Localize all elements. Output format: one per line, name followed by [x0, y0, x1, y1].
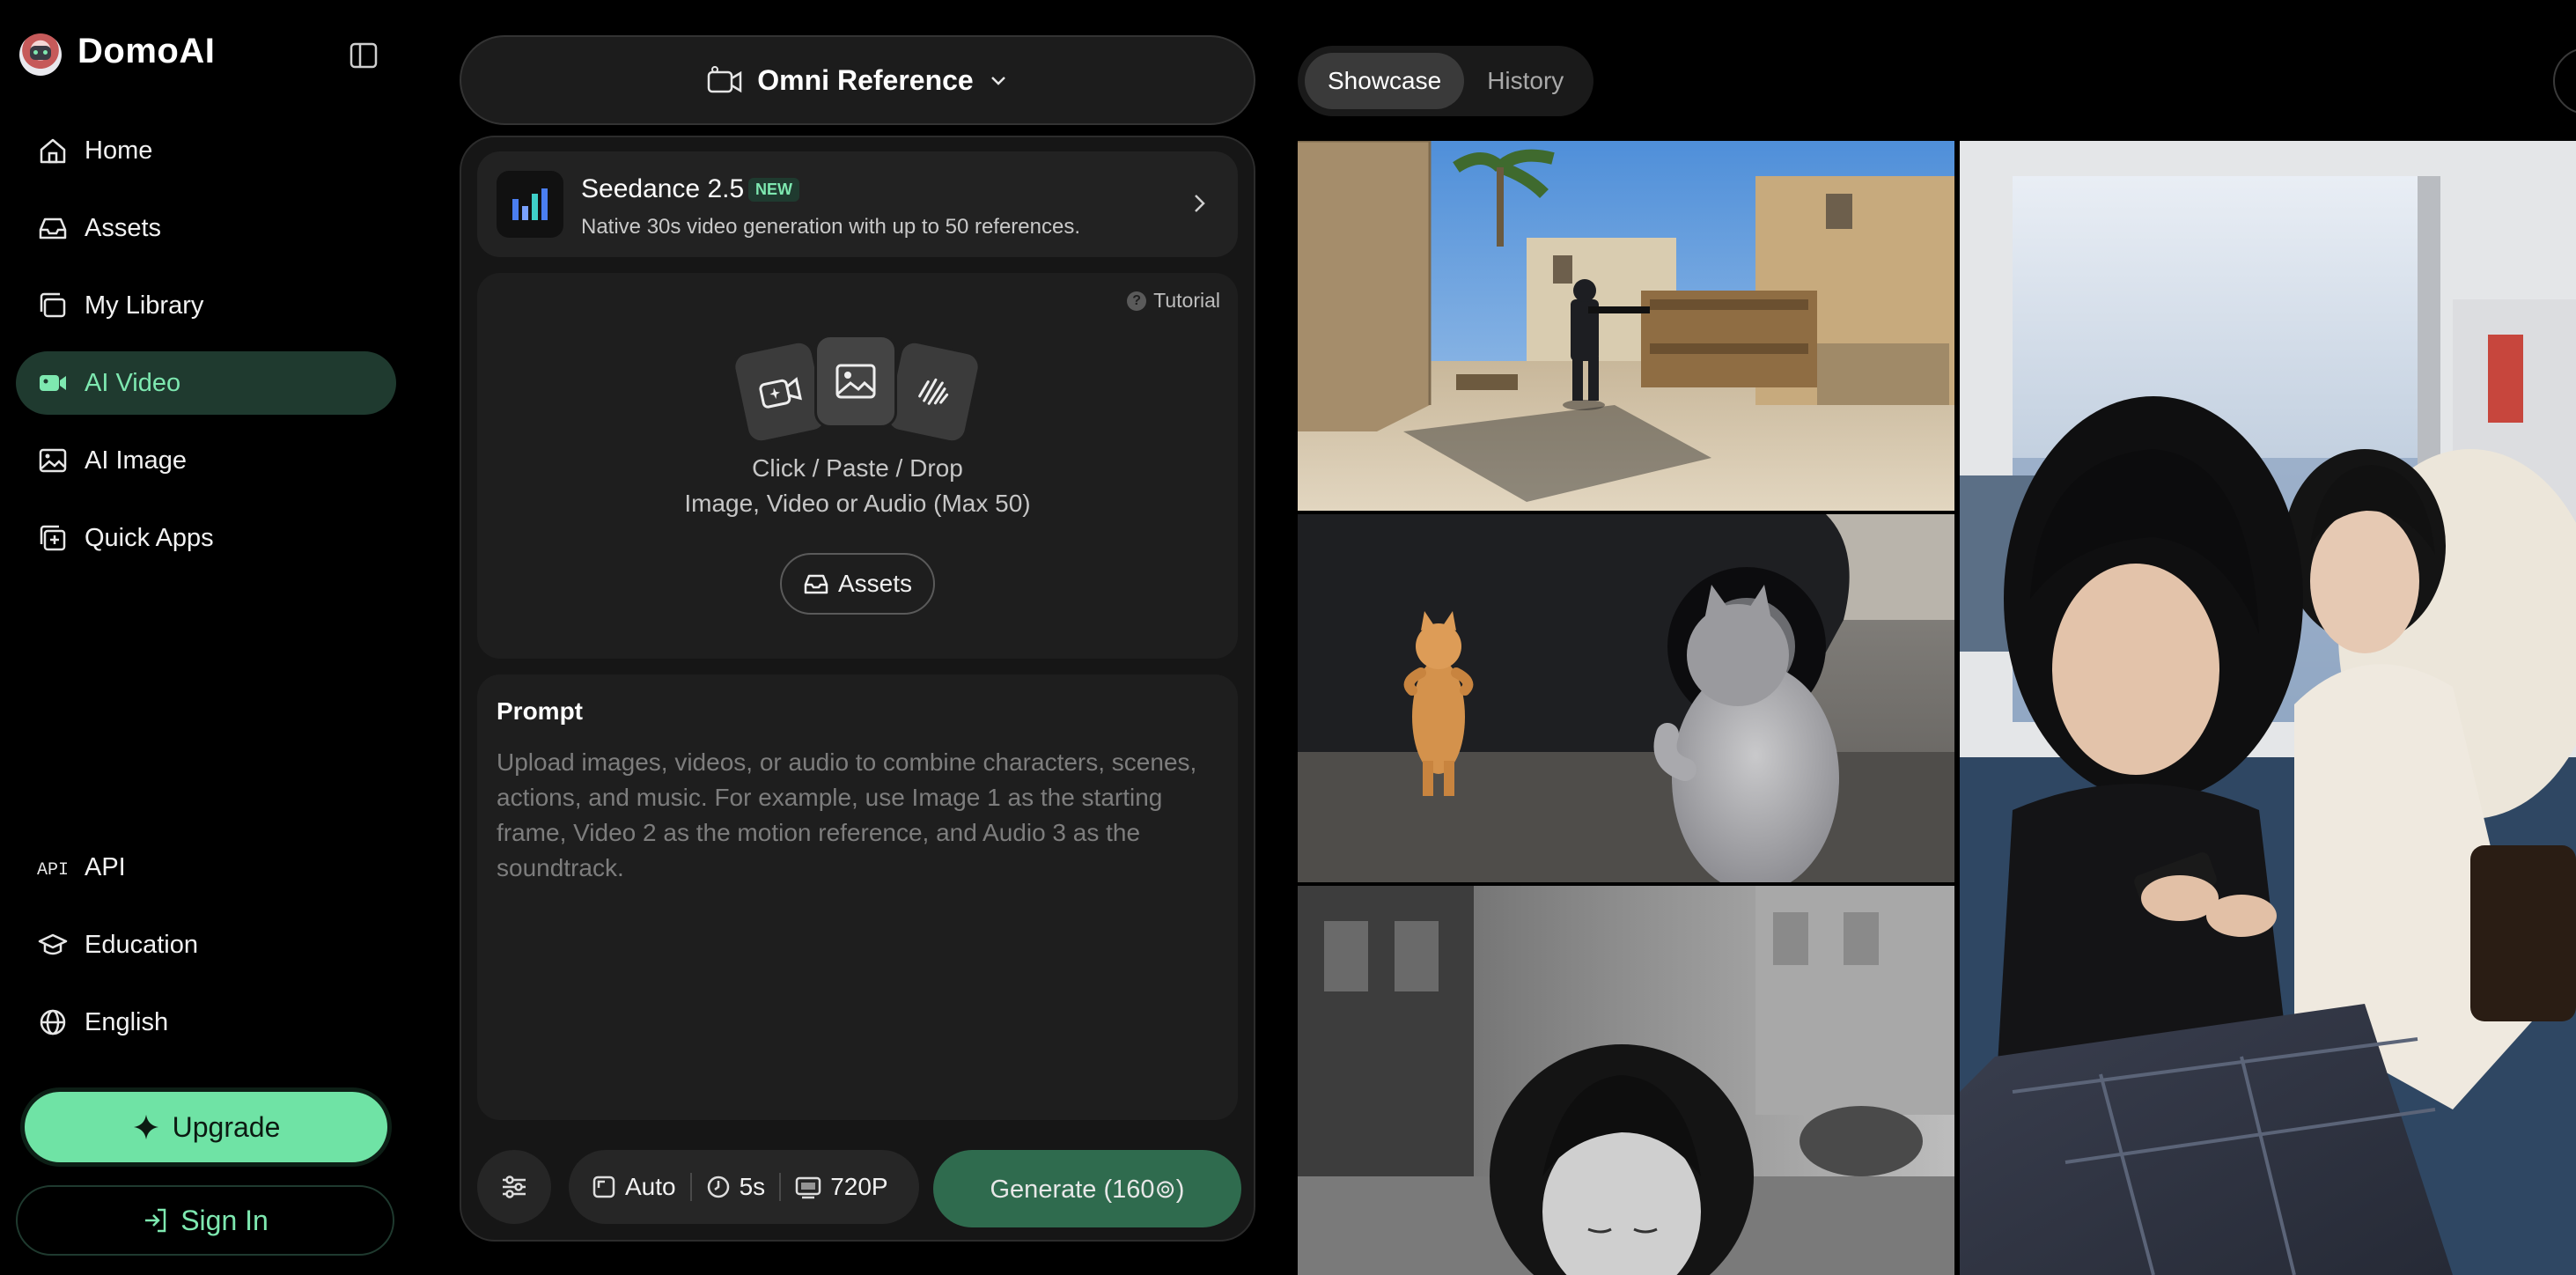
video-camera-icon — [708, 66, 742, 93]
home-icon — [37, 135, 69, 166]
gallery-tabs: Showcase History — [1298, 46, 1593, 116]
audio-upload-icon — [883, 337, 983, 446]
graduation-cap-icon — [37, 929, 69, 961]
image-upload-icon — [814, 335, 897, 428]
api-icon: API — [37, 851, 69, 883]
aspect-ratio-option[interactable]: Auto — [592, 1173, 676, 1201]
apps-icon — [37, 522, 69, 554]
sign-in-button[interactable]: Sign In — [16, 1185, 394, 1256]
library-icon — [37, 290, 69, 321]
sidebar-item-api[interactable]: API API — [16, 836, 396, 899]
globe-icon — [37, 1006, 69, 1038]
clock-icon — [707, 1176, 729, 1198]
sidebar-item-english[interactable]: English — [16, 991, 396, 1054]
divider — [779, 1173, 782, 1201]
account-button[interactable] — [2553, 48, 2576, 114]
duration-value: 5s — [739, 1173, 766, 1200]
mode-selector[interactable]: Omni Reference — [460, 35, 1255, 125]
resolution-option[interactable]: 720P — [795, 1173, 888, 1201]
sidebar-item-label: Home — [85, 136, 153, 165]
sidebar-item-label: API — [85, 852, 126, 881]
new-badge: NEW — [748, 178, 799, 202]
showcase-bw-woman[interactable] — [1298, 886, 1954, 1275]
aspect-ratio-value: Auto — [625, 1173, 676, 1200]
duration-option[interactable]: 5s — [706, 1173, 766, 1201]
sidebar-item-label: AI Video — [85, 368, 181, 397]
settings-button[interactable] — [477, 1150, 551, 1224]
model-name: Seedance 2.5 — [581, 174, 745, 203]
upload-dropzone[interactable]: ? Tutorial Click / Paste / Drop Image, V… — [477, 273, 1238, 659]
sidebar-item-my-library[interactable]: My Library — [16, 274, 396, 337]
chevron-right-icon — [1195, 195, 1205, 212]
resolution-value: 720P — [830, 1173, 888, 1200]
model-selector[interactable]: Seedance 2.5 NEW Native 30s video genera… — [477, 151, 1238, 257]
assets-button[interactable]: Assets — [780, 553, 935, 615]
sliders-icon — [503, 1176, 526, 1198]
sidebar: DomoAI Home Assets My Library AI Video A… — [0, 0, 414, 1275]
image-icon — [37, 445, 69, 476]
tab-history[interactable]: History — [1464, 53, 1586, 109]
showcase-cats-street[interactable] — [1298, 514, 1954, 882]
help-icon: ? — [1127, 291, 1147, 311]
sidebar-item-label: Education — [85, 930, 198, 959]
sidebar-item-label: English — [85, 1007, 169, 1036]
output-options: Auto 5s 720P — [569, 1150, 919, 1224]
sidebar-item-assets[interactable]: Assets — [16, 196, 396, 260]
prompt-title: Prompt — [497, 697, 583, 725]
prompt-input[interactable] — [497, 745, 1218, 1097]
resolution-icon — [795, 1176, 821, 1199]
brand-name[interactable]: DomoAI — [77, 32, 215, 71]
svg-text:API: API — [37, 860, 69, 881]
showcase-train-women[interactable] — [1960, 141, 2576, 1275]
mode-label: Omni Reference — [757, 63, 974, 96]
prompt-section: Prompt — [477, 674, 1238, 1120]
sidebar-toggle-icon[interactable] — [349, 41, 379, 70]
upgrade-label: Upgrade — [172, 1110, 281, 1143]
model-description: Native 30s video generation with up to 5… — [581, 215, 1081, 239]
sidebar-item-label: My Library — [85, 291, 204, 320]
sidebar-item-label: AI Image — [85, 446, 188, 475]
generate-label: Generate (160⊚) — [990, 1175, 1185, 1204]
sidebar-item-label: Quick Apps — [85, 523, 214, 552]
seedance-logo-icon — [497, 171, 563, 238]
sign-in-icon — [145, 1208, 166, 1233]
upgrade-button[interactable]: Upgrade — [25, 1092, 387, 1162]
dropzone-instruction: Click / Paste / Drop — [752, 454, 963, 482]
dropzone-limits: Image, Video or Audio (Max 50) — [684, 490, 1031, 517]
divider — [689, 1173, 692, 1201]
assets-button-label: Assets — [837, 570, 913, 597]
generation-panel: Seedance 2.5 NEW Native 30s video genera… — [460, 136, 1255, 1242]
domoai-logo[interactable] — [19, 33, 62, 76]
sidebar-item-ai-video[interactable]: AI Video — [16, 351, 396, 415]
tutorial-link[interactable]: ? Tutorial — [1127, 289, 1220, 313]
sidebar-item-label: Assets — [85, 213, 162, 242]
sidebar-item-home[interactable]: Home — [16, 119, 396, 182]
aspect-ratio-icon — [592, 1176, 615, 1198]
tutorial-label: Tutorial — [1153, 289, 1220, 312]
chevron-down-icon — [990, 77, 1005, 85]
showcase-desert-soldier[interactable] — [1298, 141, 1954, 511]
video-camera-icon — [37, 367, 69, 399]
sidebar-item-ai-image[interactable]: AI Image — [16, 429, 396, 492]
sparkle-icon — [133, 1115, 158, 1139]
generate-button[interactable]: Generate (160⊚) — [933, 1150, 1241, 1227]
inbox-icon — [37, 212, 69, 244]
sidebar-item-quick-apps[interactable]: Quick Apps — [16, 506, 396, 570]
media-type-icons[interactable] — [730, 335, 983, 446]
sidebar-item-education[interactable]: Education — [16, 913, 396, 977]
generation-toolbar: Auto 5s 720P Generate (160⊚) — [461, 1134, 1254, 1240]
inbox-icon — [804, 574, 828, 594]
tab-showcase[interactable]: Showcase — [1305, 53, 1465, 109]
sign-in-label: Sign In — [180, 1204, 269, 1236]
